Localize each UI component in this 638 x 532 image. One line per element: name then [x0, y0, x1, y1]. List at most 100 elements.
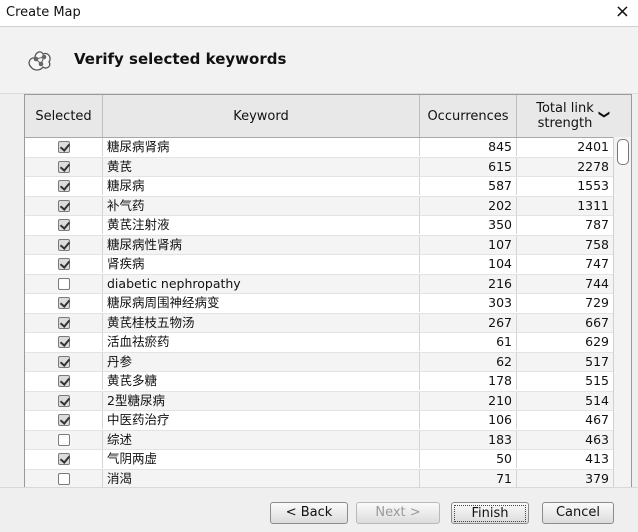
total-link-strength-cell: 787	[585, 217, 609, 232]
keyword-cell: 活血祛瘀药	[103, 333, 420, 351]
table-row[interactable]: 2型糖尿病 210 514	[25, 391, 613, 411]
selected-checkbox[interactable]	[57, 199, 70, 212]
selected-checkbox[interactable]	[57, 453, 70, 465]
total-link-strength-cell: 514	[585, 392, 609, 408]
column-header-occurrences[interactable]: Occurrences	[420, 95, 517, 137]
selected-cell	[25, 177, 103, 195]
occurrences-cell: 202	[420, 196, 517, 215]
selected-checkbox[interactable]	[57, 414, 70, 426]
finish-button[interactable]: Finish	[451, 502, 529, 524]
keyword-cell: 糖尿病性肾病	[103, 235, 420, 254]
window-title: Create Map	[6, 5, 81, 20]
map-nodes-icon	[28, 51, 51, 71]
column-label: Occurrences	[427, 108, 509, 124]
selected-checkbox[interactable]	[57, 180, 70, 192]
table-row[interactable]: 黄芪注射液 350 787	[25, 216, 613, 236]
selected-cell	[25, 294, 103, 312]
total-link-strength-cell: 2401	[577, 139, 609, 154]
selected-checkbox[interactable]	[57, 258, 70, 270]
occurrences-cell: 50	[420, 450, 517, 468]
table-row[interactable]: 糖尿病性肾病 107 758	[25, 235, 613, 255]
selected-checkbox[interactable]	[57, 472, 70, 485]
occurrences-cell: 178	[420, 372, 517, 390]
occurrences-cell: 106	[420, 411, 517, 429]
selected-checkbox[interactable]	[57, 355, 70, 368]
occurrences-cell: 61	[420, 333, 517, 351]
vertical-scrollbar[interactable]	[613, 137, 631, 487]
keyword-cell: 黄芪注射液	[103, 216, 420, 234]
total-link-strength-cell: 1311	[577, 197, 609, 213]
total-link-strength-cell: 629	[585, 334, 609, 349]
table-row[interactable]: 丹参 62 517	[25, 352, 613, 372]
selected-cell	[25, 391, 103, 410]
total-link-strength-cell: 515	[585, 373, 609, 388]
page-title: Verify selected keywords	[74, 50, 287, 68]
occurrences-cell: 62	[420, 352, 517, 371]
selected-cell	[25, 216, 103, 234]
keyword-cell: 糖尿病周围神经病变	[103, 294, 420, 312]
scrollbar-thumb[interactable]	[617, 139, 629, 165]
table-body: 糖尿病肾病 845 2401 黄芪 615 2278 糖尿病 587 1553 补气药 202 131…	[25, 138, 613, 487]
keyword-cell: 补气药	[103, 196, 420, 215]
keyword-cell: 丹参	[103, 352, 420, 371]
occurrences-cell: 267	[420, 313, 517, 332]
total-link-strength-cell: 667	[585, 314, 609, 330]
keyword-cell: 气阴两虚	[103, 450, 420, 468]
finish-button-label: Finish	[454, 505, 526, 522]
selected-checkbox[interactable]	[57, 141, 70, 153]
keyword-cell: 糖尿病肾病	[103, 138, 420, 156]
selected-checkbox[interactable]	[57, 277, 70, 290]
back-button[interactable]: < Back	[270, 502, 348, 524]
total-link-strength-cell: 463	[585, 431, 609, 447]
column-header-total-link-strength[interactable]: Total link strength ❯	[517, 95, 613, 137]
selected-checkbox[interactable]	[57, 336, 70, 348]
cancel-button[interactable]: Cancel	[542, 502, 614, 524]
column-label: Total link strength	[536, 101, 594, 131]
selected-cell	[25, 138, 103, 156]
close-icon[interactable]: ×	[615, 2, 630, 22]
table-row[interactable]: 气阴两虚 50 413	[25, 450, 613, 470]
next-button[interactable]: Next >	[356, 502, 440, 524]
selected-checkbox[interactable]	[57, 297, 70, 309]
table-row[interactable]: 黄芪桂枝五物汤 267 667	[25, 313, 613, 333]
table-row[interactable]: 肾疾病 104 747	[25, 255, 613, 275]
table-row[interactable]: 消渴 71 379	[25, 469, 613, 487]
selected-checkbox[interactable]	[57, 238, 70, 251]
selected-cell	[25, 450, 103, 468]
occurrences-cell: 104	[420, 255, 517, 273]
total-link-strength-cell: 744	[585, 275, 609, 291]
selected-checkbox[interactable]	[57, 316, 70, 329]
selected-checkbox[interactable]	[57, 433, 70, 446]
column-header-selected[interactable]: Selected	[25, 95, 103, 137]
occurrences-cell: 587	[420, 177, 517, 195]
column-header-keyword[interactable]: Keyword	[103, 95, 420, 137]
button-bar: < Back Next > Finish Cancel	[0, 487, 638, 532]
table-row[interactable]: diabetic nephropathy 216 744	[25, 274, 613, 294]
selected-cell	[25, 333, 103, 351]
table-row[interactable]: 黄芪多糖 178 515	[25, 372, 613, 392]
occurrences-cell: 303	[420, 294, 517, 312]
total-link-strength-cell: 413	[585, 451, 609, 466]
table-row[interactable]: 糖尿病肾病 845 2401	[25, 138, 613, 158]
keyword-cell: diabetic nephropathy	[103, 274, 420, 293]
table-row[interactable]: 糖尿病 587 1553	[25, 177, 613, 197]
selected-checkbox[interactable]	[57, 394, 70, 407]
selected-cell	[25, 430, 103, 449]
selected-cell	[25, 196, 103, 215]
selected-checkbox[interactable]	[57, 375, 70, 387]
total-link-strength-cell: 758	[585, 236, 609, 252]
total-link-strength-cell: 467	[585, 412, 609, 427]
table-row[interactable]: 活血祛瘀药 61 629	[25, 333, 613, 353]
table-row[interactable]: 综述 183 463	[25, 430, 613, 450]
total-link-strength-cell: 1553	[577, 178, 609, 193]
keyword-cell: 肾疾病	[103, 255, 420, 273]
occurrences-cell: 210	[420, 391, 517, 410]
table-row[interactable]: 糖尿病周围神经病变 303 729	[25, 294, 613, 314]
table-row[interactable]: 补气药 202 1311	[25, 196, 613, 216]
keyword-cell: 综述	[103, 430, 420, 449]
selected-checkbox[interactable]	[57, 219, 70, 231]
sort-descending-icon: ❯	[597, 109, 611, 120]
table-row[interactable]: 中医药治疗 106 467	[25, 411, 613, 431]
selected-checkbox[interactable]	[57, 160, 70, 173]
table-row[interactable]: 黄芪 615 2278	[25, 157, 613, 177]
